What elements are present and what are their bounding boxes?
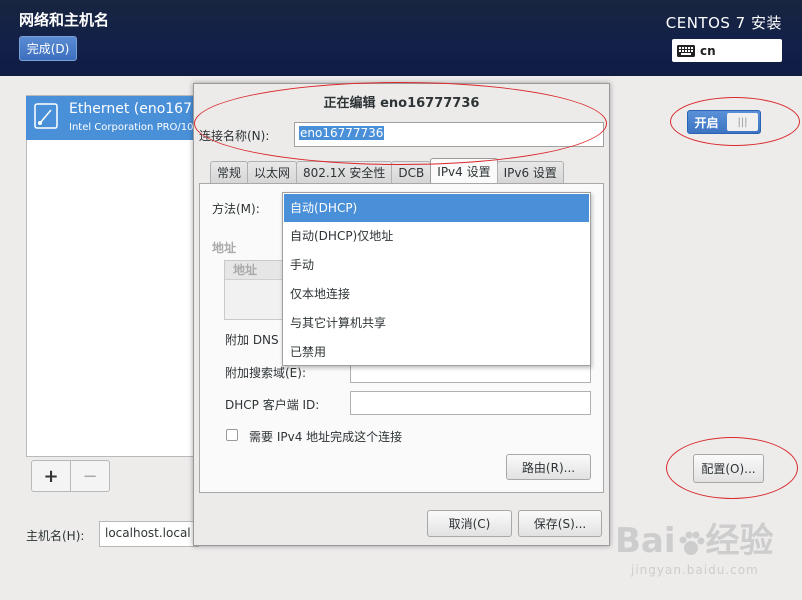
method-option-disabled[interactable]: 已禁用 — [284, 338, 589, 366]
tab-dcb[interactable]: DCB — [391, 161, 432, 183]
remove-device-button[interactable]: − — [71, 461, 109, 491]
device-buttons: + − — [31, 460, 110, 492]
dhcp-client-id-input[interactable] — [350, 391, 591, 415]
method-option-manual[interactable]: 手动 — [284, 251, 589, 279]
configure-button[interactable]: 配置(O)... — [693, 454, 764, 483]
connection-switch[interactable]: 开启 ||| — [687, 110, 761, 134]
tab-general[interactable]: 常规 — [210, 161, 249, 183]
address-section-label: 地址 — [212, 241, 237, 255]
dialog-title: 正在编辑 eno16777736 — [323, 96, 480, 111]
method-option-auto-dhcp[interactable]: 自动(DHCP) — [284, 194, 589, 222]
search-domain-label: 附加搜索域(E): — [225, 366, 306, 380]
dialog-tabs: 常规 以太网 802.1X 安全性 DCB IPv4 设置 IPv6 设置 — [210, 158, 564, 183]
switch-knob: ||| — [727, 113, 758, 131]
product-title: CENTOS 7 安装 — [665, 14, 782, 32]
add-device-button[interactable]: + — [32, 461, 71, 491]
paw-icon — [676, 528, 706, 558]
save-button[interactable]: 保存(S)... — [518, 510, 602, 537]
require-ipv4-checkbox[interactable] — [226, 429, 238, 441]
hostname-input[interactable]: localhost.local — [99, 521, 199, 547]
tab-ipv4-settings[interactable]: IPv4 设置 — [430, 158, 498, 183]
method-label: 方法(M): — [212, 202, 260, 216]
method-option-shared[interactable]: 与其它计算机共享 — [284, 309, 589, 337]
hostname-label: 主机名(H): — [26, 529, 85, 543]
watermark-url: jingyan.baidu.com — [631, 563, 759, 577]
keyboard-layout-label: cn — [700, 43, 716, 58]
watermark-brand: Bai 经验 — [615, 513, 774, 562]
dhcp-client-id-label: DHCP 客户端 ID: — [225, 398, 320, 412]
connection-name-value: eno16777736 — [299, 126, 385, 140]
baidu-watermark: Bai 经验 jingyan.baidu.com — [613, 513, 798, 593]
watermark-brand-text: Bai — [615, 521, 676, 561]
method-option-link-local[interactable]: 仅本地连接 — [284, 280, 589, 308]
method-dropdown[interactable]: 自动(DHCP) 自动(DHCP)仅地址 手动 仅本地连接 与其它计算机共享 已… — [282, 192, 591, 366]
tab-8021x-security[interactable]: 802.1X 安全性 — [296, 161, 393, 183]
ethernet-icon — [31, 101, 61, 131]
device-name: Ethernet (eno167 — [69, 101, 192, 117]
done-button[interactable]: 完成(D) — [19, 36, 77, 61]
cancel-button[interactable]: 取消(C) — [427, 510, 512, 537]
method-option-dhcp-address-only[interactable]: 自动(DHCP)仅地址 — [284, 222, 589, 250]
page-title: 网络和主机名 — [19, 11, 110, 29]
switch-label: 开启 — [694, 115, 719, 130]
device-detail: Intel Corporation PRO/10 — [69, 122, 194, 133]
require-ipv4-label: 需要 IPv4 地址完成这个连接 — [249, 430, 403, 444]
connection-name-label: 连接名称(N): — [199, 129, 270, 143]
dns-label: 附加 DNS — [225, 333, 279, 347]
tab-ipv6-settings[interactable]: IPv6 设置 — [496, 161, 564, 183]
watermark-brand-text-2: 经验 — [705, 521, 774, 561]
keyboard-icon — [677, 44, 695, 57]
tab-ethernet[interactable]: 以太网 — [247, 161, 298, 183]
routes-button[interactable]: 路由(R)... — [506, 454, 591, 480]
keyboard-layout-indicator[interactable]: cn — [672, 39, 782, 62]
connection-name-input[interactable]: eno16777736 — [294, 122, 604, 147]
